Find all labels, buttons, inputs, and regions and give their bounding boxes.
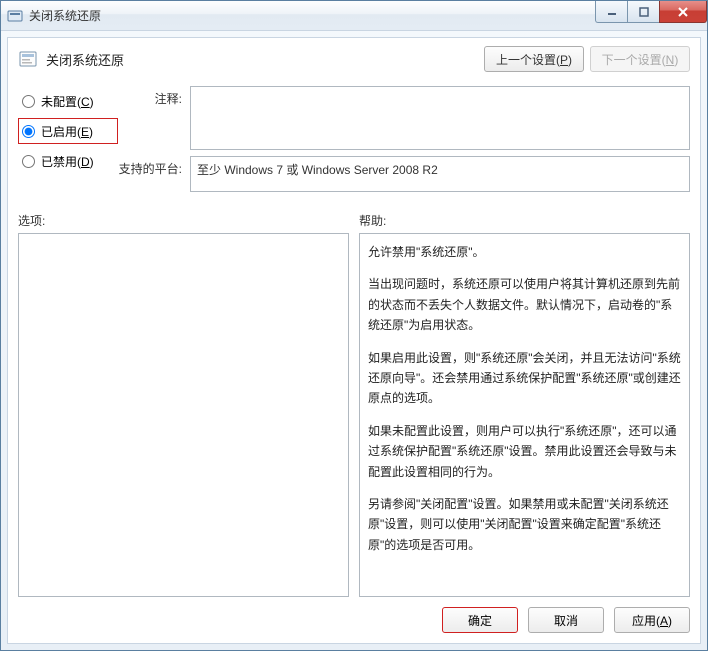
radio-not-configured[interactable]: 未配置(C) xyxy=(18,88,118,114)
window-title: 关闭系统还原 xyxy=(29,7,101,24)
minimize-button[interactable] xyxy=(595,1,627,23)
fields-column: 注释: 支持的平台: 至少 Windows 7 或 Windows Server… xyxy=(118,86,690,198)
policy-icon xyxy=(18,49,38,69)
config-area: 未配置(C) 已启用(E) 已禁用(D) 注释: 支持的平台: xyxy=(18,86,690,198)
maximize-button[interactable] xyxy=(627,1,659,23)
dialog-footer: 确定 取消 应用(A) xyxy=(18,597,690,633)
titlebar: 关闭系统还原 xyxy=(1,1,707,31)
radio-not-configured-input[interactable] xyxy=(22,95,35,108)
help-paragraph: 允许禁用"系统还原"。 xyxy=(368,242,681,262)
close-button[interactable] xyxy=(659,1,707,23)
dialog-window: 关闭系统还原 关闭系统还原 上一个设置(P) 下一个设置(N) 未配置(C) xyxy=(0,0,708,651)
content-area: 关闭系统还原 上一个设置(P) 下一个设置(N) 未配置(C) 已启用(E) 已… xyxy=(7,37,701,644)
help-paragraph: 当出现问题时，系统还原可以使用户将其计算机还原到先前的状态而不丢失个人数据文件。… xyxy=(368,274,681,335)
radio-enabled-label[interactable]: 已启用(E) xyxy=(41,123,93,140)
next-setting-button[interactable]: 下一个设置(N) xyxy=(590,46,690,72)
options-label: 选项: xyxy=(18,212,349,229)
help-paragraph: 如果未配置此设置，则用户可以执行"系统还原"，还可以通过系统保护配置"系统还原"… xyxy=(368,421,681,482)
help-pane: 帮助: 允许禁用"系统还原"。当出现问题时，系统还原可以使用户将其计算机还原到先… xyxy=(359,212,690,597)
platform-label: 支持的平台: xyxy=(118,156,190,177)
options-pane: 选项: xyxy=(18,212,349,597)
radio-enabled[interactable]: 已启用(E) xyxy=(18,118,118,144)
window-controls xyxy=(595,1,707,23)
app-icon xyxy=(7,8,23,24)
apply-button[interactable]: 应用(A) xyxy=(614,607,690,633)
state-radio-group: 未配置(C) 已启用(E) 已禁用(D) xyxy=(18,86,118,178)
comment-row: 注释: xyxy=(118,86,690,150)
radio-enabled-input[interactable] xyxy=(22,125,35,138)
cancel-button[interactable]: 取消 xyxy=(528,607,604,633)
previous-setting-button[interactable]: 上一个设置(P) xyxy=(484,46,584,72)
options-box[interactable] xyxy=(18,233,349,597)
radio-disabled-input[interactable] xyxy=(22,155,35,168)
platform-row: 支持的平台: 至少 Windows 7 或 Windows Server 200… xyxy=(118,156,690,192)
comment-input[interactable] xyxy=(190,86,690,150)
platform-value: 至少 Windows 7 或 Windows Server 2008 R2 xyxy=(190,156,690,192)
header-row: 关闭系统还原 上一个设置(P) 下一个设置(N) xyxy=(18,46,690,72)
comment-label: 注释: xyxy=(118,86,190,107)
ok-button[interactable]: 确定 xyxy=(442,607,518,633)
page-title: 关闭系统还原 xyxy=(46,50,478,69)
help-paragraph: 另请参阅"关闭配置"设置。如果禁用或未配置"关闭系统还原"设置，则可以使用"关闭… xyxy=(368,494,681,555)
radio-disabled[interactable]: 已禁用(D) xyxy=(18,148,118,174)
help-label: 帮助: xyxy=(359,212,690,229)
help-paragraph: 如果启用此设置，则"系统还原"会关闭，并且无法访问"系统还原向导"。还会禁用通过… xyxy=(368,348,681,409)
help-box[interactable]: 允许禁用"系统还原"。当出现问题时，系统还原可以使用户将其计算机还原到先前的状态… xyxy=(359,233,690,597)
radio-not-configured-label[interactable]: 未配置(C) xyxy=(41,93,94,110)
radio-disabled-label[interactable]: 已禁用(D) xyxy=(41,153,94,170)
lower-panes: 选项: 帮助: 允许禁用"系统还原"。当出现问题时，系统还原可以使用户将其计算机… xyxy=(18,212,690,597)
